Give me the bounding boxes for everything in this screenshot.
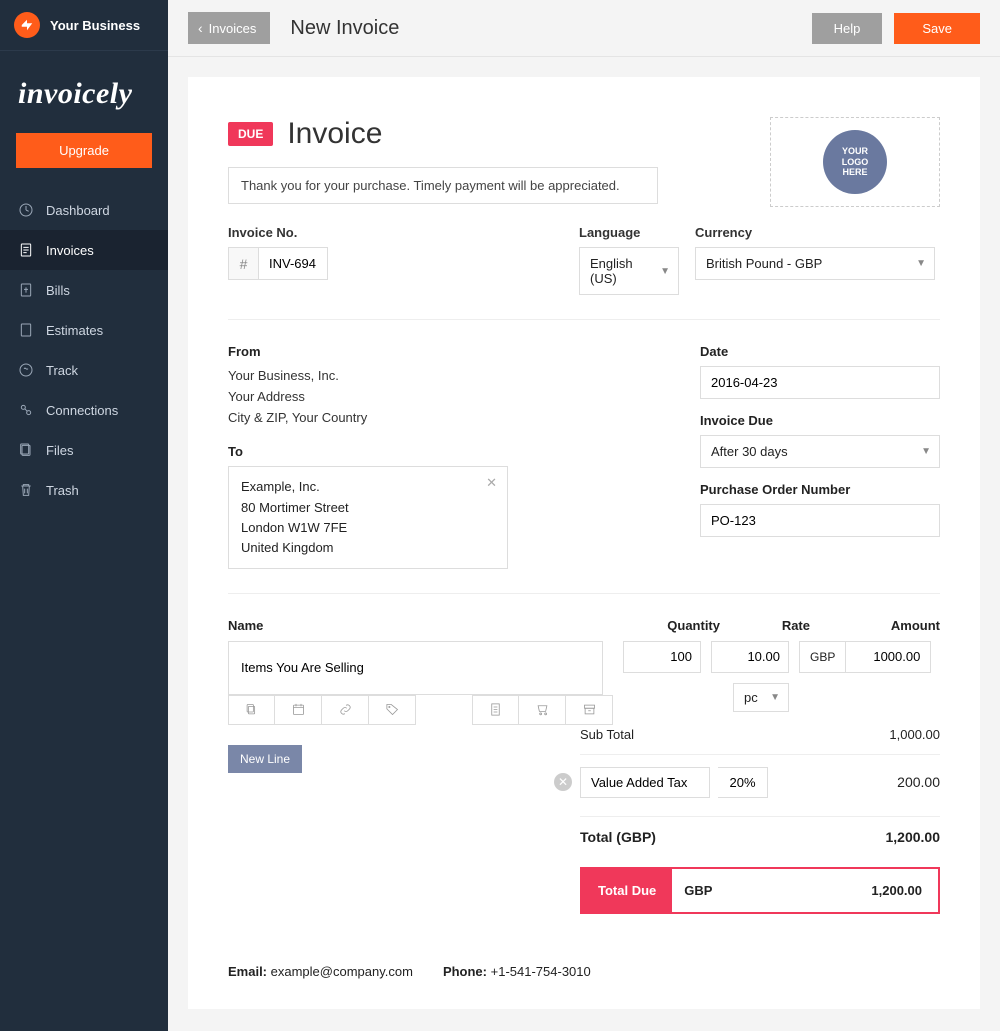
sidebar-item-bills[interactable]: Bills	[0, 270, 168, 310]
due-label: Invoice Due	[700, 413, 940, 428]
from-address: Your Business, Inc. Your Address City & …	[228, 366, 660, 428]
save-button[interactable]: Save	[894, 13, 980, 44]
total-due-value: 1,200.00	[855, 869, 938, 912]
chevron-down-icon: ▼	[921, 446, 931, 457]
tax-amount: 200.00	[897, 774, 940, 790]
invoice-description-input[interactable]	[228, 167, 658, 204]
unit-select[interactable]: pc▼	[733, 683, 789, 712]
sidebar-item-label: Invoices	[46, 243, 94, 258]
tool-copy[interactable]	[228, 695, 275, 725]
total-due-label: Total Due	[582, 869, 672, 912]
currency-select[interactable]: British Pound - GBP▼	[695, 247, 935, 280]
line-item-row: pc▼ GBP	[228, 641, 940, 725]
sidebar-item-label: Dashboard	[46, 203, 110, 218]
item-name-input[interactable]	[228, 641, 603, 695]
language-select[interactable]: English (US)▼	[579, 247, 679, 295]
business-switcher[interactable]: Your Business	[0, 0, 168, 51]
sidebar-item-track[interactable]: Track	[0, 350, 168, 390]
sidebar-item-label: Track	[46, 363, 78, 378]
chevron-left-icon: ‹	[198, 20, 203, 36]
language-label: Language	[579, 225, 679, 240]
business-name: Your Business	[50, 18, 140, 33]
connections-icon	[18, 402, 34, 418]
to-label: To	[228, 444, 660, 459]
sidebar: Your Business invoicely Upgrade Dashboar…	[0, 0, 168, 1031]
col-rate: Rate	[720, 618, 810, 633]
tool-tag[interactable]	[369, 695, 416, 725]
subtotal-value: 1,000.00	[889, 727, 940, 742]
bills-icon	[18, 282, 34, 298]
brand-logo: invoicely	[0, 51, 168, 129]
total-due-currency: GBP	[672, 869, 724, 912]
page-title: New Invoice	[290, 17, 399, 40]
date-label: Date	[700, 344, 940, 359]
tool-cart[interactable]	[519, 695, 566, 725]
chevron-down-icon: ▼	[660, 266, 670, 277]
logo-placeholder: YOUR LOGO HERE	[823, 130, 887, 194]
footer-email: example@company.com	[271, 964, 413, 979]
date-input[interactable]	[700, 366, 940, 399]
status-badge: DUE	[228, 122, 273, 146]
col-qty: Quantity	[630, 618, 720, 633]
item-rate-input[interactable]	[711, 641, 789, 673]
help-button[interactable]: Help	[812, 13, 883, 44]
files-icon	[18, 442, 34, 458]
sidebar-item-label: Estimates	[46, 323, 103, 338]
item-amount[interactable]	[845, 641, 931, 673]
invoice-icon	[18, 242, 34, 258]
invoice-card: DUE Invoice YOUR LOGO HERE Invoice No.	[188, 77, 980, 1009]
sidebar-item-files[interactable]: Files	[0, 430, 168, 470]
po-label: Purchase Order Number	[700, 482, 940, 497]
subtotal-label: Sub Total	[580, 727, 889, 742]
sidebar-nav: Dashboard Invoices Bills Estimates Track…	[0, 190, 168, 510]
sidebar-item-label: Files	[46, 443, 73, 458]
tool-link[interactable]	[322, 695, 369, 725]
footer-phone: +1-541-754-3010	[491, 964, 591, 979]
sidebar-item-trash[interactable]: Trash	[0, 470, 168, 510]
sidebar-item-label: Trash	[46, 483, 79, 498]
col-amount: Amount	[810, 618, 940, 633]
new-line-button[interactable]: New Line	[228, 745, 302, 773]
invoice-due-select[interactable]: After 30 days▼	[700, 435, 940, 468]
po-input[interactable]	[700, 504, 940, 537]
logo-upload[interactable]: YOUR LOGO HERE	[770, 117, 940, 207]
tool-date[interactable]	[275, 695, 322, 725]
total-due-box: Total Due GBP 1,200.00	[580, 867, 940, 914]
from-label: From	[228, 344, 660, 359]
tool-receipt[interactable]	[472, 695, 519, 725]
back-label: Invoices	[209, 21, 257, 36]
tax-pct-input[interactable]	[718, 767, 768, 798]
invoice-footer: Email: example@company.com Phone: +1-541…	[228, 964, 940, 979]
sidebar-item-label: Bills	[46, 283, 70, 298]
item-qty-input[interactable]	[623, 641, 701, 673]
topbar: ‹ Invoices New Invoice Help Save	[168, 0, 1000, 57]
trash-icon	[18, 482, 34, 498]
sidebar-item-connections[interactable]: Connections	[0, 390, 168, 430]
invoice-heading: Invoice	[287, 117, 382, 151]
total-label: Total (GBP)	[580, 829, 886, 845]
currency-label: Currency	[695, 225, 935, 240]
hash-prefix: #	[228, 247, 258, 280]
estimates-icon	[18, 322, 34, 338]
dashboard-icon	[18, 202, 34, 218]
col-name: Name	[228, 618, 630, 633]
sidebar-item-label: Connections	[46, 403, 118, 418]
upgrade-button[interactable]: Upgrade	[16, 133, 152, 168]
invoice-no-input[interactable]	[258, 247, 328, 280]
amount-currency: GBP	[799, 641, 845, 673]
back-button[interactable]: ‹ Invoices	[188, 12, 270, 44]
business-icon	[14, 12, 40, 38]
total-value: 1,200.00	[886, 829, 941, 845]
chevron-down-icon: ▼	[916, 258, 926, 269]
remove-client-icon[interactable]: ✕	[486, 475, 497, 491]
sidebar-item-dashboard[interactable]: Dashboard	[0, 190, 168, 230]
to-client-box[interactable]: ✕ Example, Inc. 80 Mortimer Street Londo…	[228, 466, 508, 569]
sidebar-item-invoices[interactable]: Invoices	[0, 230, 168, 270]
tax-name-input[interactable]	[580, 767, 710, 798]
chevron-down-icon: ▼	[770, 692, 780, 703]
track-icon	[18, 362, 34, 378]
invoice-no-label: Invoice No.	[228, 225, 563, 240]
sidebar-item-estimates[interactable]: Estimates	[0, 310, 168, 350]
